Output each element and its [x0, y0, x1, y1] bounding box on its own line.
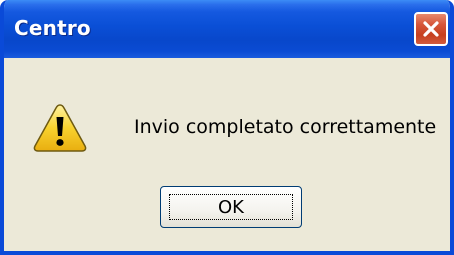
- title-bar[interactable]: Centro: [4, 0, 450, 58]
- dialog-window: Centro Invio completato correttamente OK: [0, 0, 454, 255]
- ok-button-label: OK: [169, 194, 293, 220]
- dialog-body: Invio completato correttamente OK: [4, 58, 450, 251]
- dialog-message: Invio completato correttamente: [134, 116, 437, 138]
- window-title: Centro: [14, 16, 91, 40]
- ok-button[interactable]: OK: [160, 186, 302, 228]
- close-button[interactable]: [414, 12, 448, 46]
- close-icon: [423, 21, 439, 37]
- warning-icon: [33, 104, 87, 152]
